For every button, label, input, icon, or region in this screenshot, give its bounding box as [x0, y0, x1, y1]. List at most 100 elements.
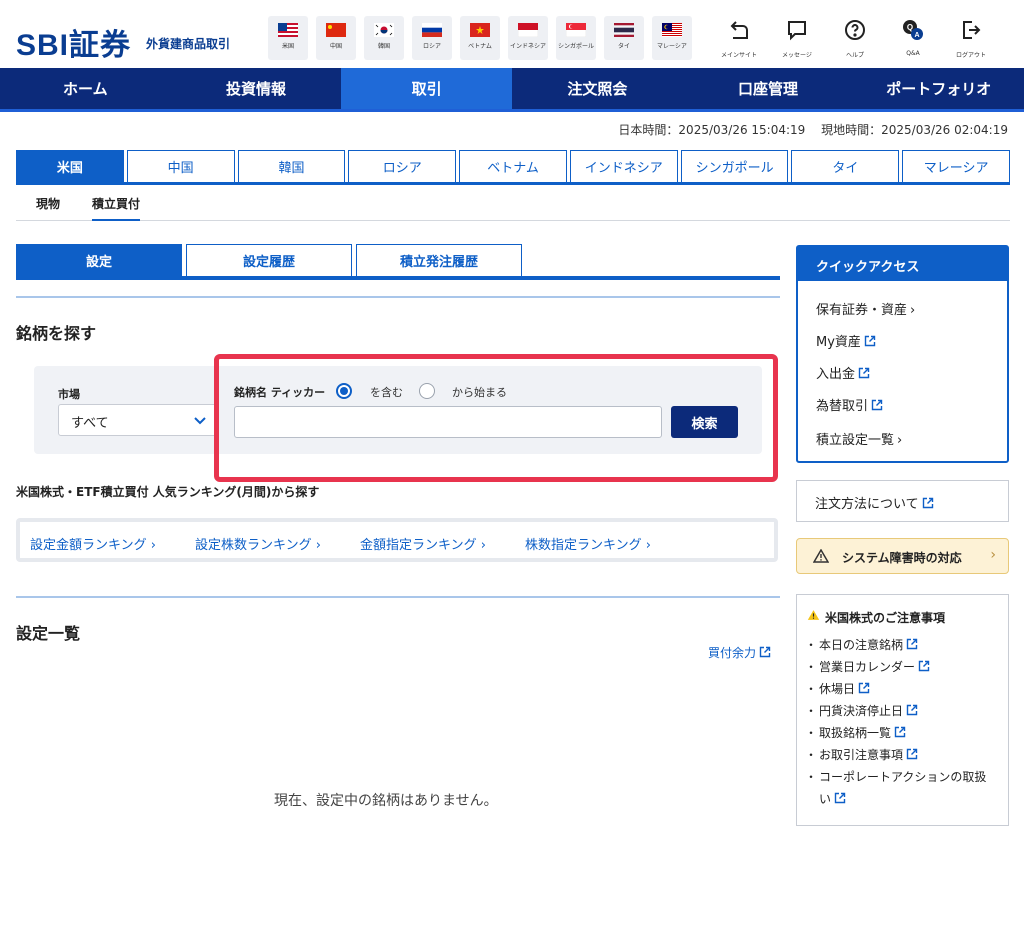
nav-account-management[interactable]: 口座管理 — [683, 68, 854, 109]
quick-link-deposit[interactable]: 入出金 — [816, 363, 870, 382]
flag-label: シンガポール — [557, 43, 594, 50]
external-link-icon — [918, 660, 930, 672]
nav-order-inquiry[interactable]: 注文照会 — [512, 68, 683, 109]
local-time: 現地時間：2025/03/26 02:04:19 — [821, 123, 1008, 137]
ranking-links: 設定金額ランキング › 設定株数ランキング › 金額指定ランキング › 株数指定… — [16, 518, 778, 562]
market-select-value: すべて — [71, 416, 109, 431]
tab-settings-history[interactable]: 設定履歴 — [186, 244, 352, 276]
flag-button-us[interactable]: 米国 — [268, 16, 308, 60]
ranking-link-shares[interactable]: 設定株数ランキング › — [195, 534, 321, 553]
notice-link-calendar[interactable]: 営業日カレンダー — [805, 656, 998, 678]
quick-access-panel: クイックアクセス 保有証券・資産 › My資産 入出金 為替取引 積立設定一覧 › — [796, 245, 1009, 463]
flag-button-vietnam[interactable]: ベトナム — [460, 16, 500, 60]
header: SBI証券 外貨建商品取引 米国 中国 韓国 ロシア ベトナム インドネシア シ… — [0, 0, 1024, 68]
quick-link-accumulation-list[interactable]: 積立設定一覧 › — [816, 429, 902, 448]
notice-link-holidays[interactable]: 休場日 — [805, 678, 998, 700]
tab-settings[interactable]: 設定 — [16, 244, 182, 276]
ranking-link-amount[interactable]: 設定金額ランキング › — [30, 534, 156, 553]
flag-label: 中国 — [329, 43, 342, 50]
message-icon — [788, 21, 806, 41]
time-display: 日本時間：2025/03/26 15:04:19 現地時間：2025/03/26… — [606, 121, 1008, 138]
external-link-icon — [894, 726, 906, 738]
subtab-spot[interactable]: 現物 — [36, 195, 60, 212]
logout-button[interactable]: ログアウト — [942, 18, 1000, 59]
qa-icon: QA — [903, 20, 923, 40]
quick-link-holdings[interactable]: 保有証券・資産 › — [816, 299, 915, 318]
us-flag-icon — [278, 23, 298, 37]
flag-button-indonesia[interactable]: インドネシア — [508, 16, 548, 60]
nav-trade[interactable]: 取引 — [341, 68, 513, 109]
warning-icon — [813, 549, 829, 563]
notice-link-caution-stocks[interactable]: 本日の注意銘柄 — [805, 634, 998, 656]
trade-type-tabs: 現物 積立買付 — [16, 191, 1010, 221]
vietnam-flag-icon — [470, 23, 490, 37]
country-tab-indonesia[interactable]: インドネシア — [569, 150, 678, 182]
ranking-link-shares-specified[interactable]: 株数指定ランキング › — [525, 534, 651, 553]
nav-investment-info[interactable]: 投資情報 — [171, 68, 342, 109]
country-tab-thailand[interactable]: タイ — [791, 150, 900, 182]
country-tab-korea[interactable]: 韓国 — [237, 150, 346, 182]
qa-button[interactable]: QA Q&A — [884, 18, 942, 59]
system-failure-link[interactable]: システム障害時の対応 › — [796, 538, 1009, 574]
flag-label: 米国 — [281, 43, 294, 50]
indonesia-flag-icon — [518, 23, 538, 37]
flag-label: タイ — [617, 43, 630, 50]
empty-settings-message: 現在、設定中の銘柄はありません。 — [274, 793, 498, 809]
flag-button-singapore[interactable]: シンガポール — [556, 16, 596, 60]
country-tab-us[interactable]: 米国 — [16, 150, 124, 182]
tab-order-history[interactable]: 積立発注履歴 — [356, 244, 522, 276]
util-label: Q&A — [906, 50, 920, 57]
flag-button-china[interactable]: 中国 — [316, 16, 356, 60]
ranking-link-amount-specified[interactable]: 金額指定ランキング › — [360, 534, 486, 553]
country-tab-china[interactable]: 中国 — [126, 150, 235, 182]
external-link-icon — [906, 638, 918, 650]
help-button[interactable]: ヘルプ — [826, 18, 884, 59]
subtab-accumulation[interactable]: 積立買付 — [92, 195, 141, 221]
flag-button-thailand[interactable]: タイ — [604, 16, 644, 60]
notice-link-corporate-actions[interactable]: コーポレートアクションの取扱い — [805, 766, 998, 810]
country-tab-malaysia[interactable]: マレーシア — [902, 150, 1011, 182]
country-tab-singapore[interactable]: シンガポール — [680, 150, 789, 182]
buying-power-link[interactable]: 買付余力 — [708, 644, 771, 661]
section-divider — [16, 296, 780, 298]
message-button[interactable]: メッセージ — [768, 18, 826, 59]
search-section-title: 銘柄を探す — [16, 324, 97, 343]
flag-label: ロシア — [422, 43, 441, 50]
flag-button-malaysia[interactable]: マレーシア — [652, 16, 692, 60]
external-link-icon — [864, 335, 876, 347]
country-tab-vietnam[interactable]: ベトナム — [459, 150, 567, 182]
notice-link-trading-notes[interactable]: お取引注意事項 — [805, 744, 998, 766]
external-link-icon — [858, 682, 870, 694]
highlight-annotation — [214, 354, 778, 482]
flag-label: インドネシア — [509, 43, 546, 50]
logo-subtitle: 外貨建商品取引 — [146, 37, 231, 51]
nav-portfolio[interactable]: ポートフォリオ — [853, 68, 1024, 109]
chevron-down-icon — [194, 417, 206, 425]
help-icon — [845, 20, 865, 40]
korea-flag-icon — [374, 23, 394, 37]
china-flag-icon — [326, 23, 346, 37]
sbi-logo[interactable]: SBI証券 — [16, 20, 131, 64]
country-tabs: 米国 中国 韓国 ロシア ベトナム インドネシア シンガポール タイ マレーシア — [16, 150, 1011, 185]
external-link-icon — [922, 497, 933, 509]
flag-label: 韓国 — [377, 43, 390, 50]
quick-link-my-assets[interactable]: My資産 — [816, 331, 876, 350]
section-divider — [16, 596, 780, 598]
main-site-button[interactable]: メインサイト — [710, 18, 768, 59]
flag-button-russia[interactable]: ロシア — [412, 16, 452, 60]
order-method-link[interactable]: 注文方法について — [796, 480, 1009, 522]
singapore-flag-icon — [566, 23, 586, 37]
country-tab-russia[interactable]: ロシア — [348, 150, 457, 182]
quick-access-title: クイックアクセス — [798, 247, 1007, 281]
nav-home[interactable]: ホーム — [0, 68, 171, 109]
market-label: 市場 — [58, 388, 80, 401]
warning-icon — [807, 610, 820, 620]
market-select[interactable]: すべて — [58, 404, 218, 436]
notice-panel: 米国株式のご注意事項 本日の注意銘柄 営業日カレンダー 休場日 円貨決済停止日 … — [796, 594, 1009, 826]
quick-link-fx[interactable]: 為替取引 — [816, 395, 883, 414]
flag-button-korea[interactable]: 韓国 — [364, 16, 404, 60]
chevron-right-icon: › — [990, 547, 996, 563]
notice-link-jpy-suspension[interactable]: 円貨決済停止日 — [805, 700, 998, 722]
notice-link-stock-list[interactable]: 取扱銘柄一覧 — [805, 722, 998, 744]
malaysia-flag-icon — [662, 23, 682, 37]
